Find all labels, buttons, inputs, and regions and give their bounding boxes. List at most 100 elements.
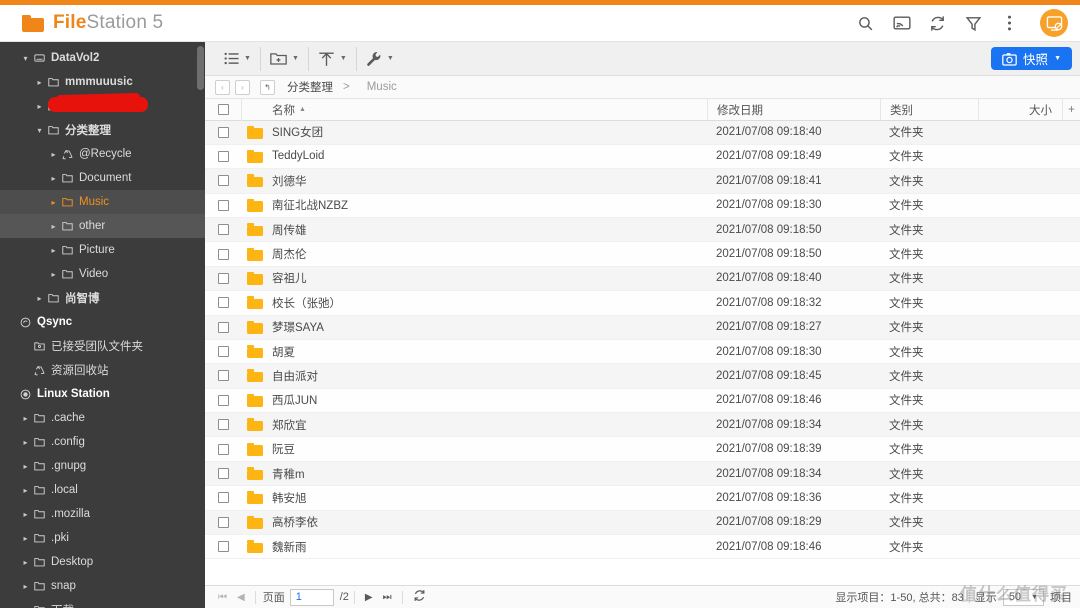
row-checkbox[interactable] (217, 370, 229, 382)
file-name-cell[interactable]: 周杰伦 (241, 246, 707, 262)
file-name-cell[interactable]: 周传雄 (241, 222, 707, 238)
sidebar-item-snap[interactable]: ▸ snap (0, 574, 205, 598)
column-header-size[interactable]: 大小 (978, 99, 1062, 121)
file-name-cell[interactable]: 高桥李依 (241, 514, 707, 530)
table-row[interactable]: 胡夏 2021/07/08 09:18:30 文件夹 (205, 339, 1080, 365)
row-checkbox[interactable] (217, 419, 229, 431)
upload-button[interactable]: ▼ (318, 51, 347, 67)
chevron-right-icon[interactable]: ▸ (48, 174, 59, 183)
row-checkbox[interactable] (217, 248, 229, 260)
column-header-name[interactable]: 名称 ▲ (241, 99, 707, 121)
page-size-select[interactable]: 50 ▼ (1002, 588, 1044, 606)
row-checkbox[interactable] (217, 126, 229, 138)
up-level-button[interactable]: ↰ (260, 79, 275, 95)
file-name-cell[interactable]: 韩安旭 (241, 490, 707, 506)
chevron-down-icon[interactable]: ▾ (20, 54, 31, 63)
sidebar-item-下载[interactable]: ▸下载 (0, 598, 205, 608)
chevron-right-icon[interactable]: ▸ (48, 198, 59, 207)
chevron-down-icon[interactable]: ▾ (34, 126, 45, 135)
table-row[interactable]: 魏新雨 2021/07/08 09:18:46 文件夹 (205, 535, 1080, 560)
sidebar-item-document[interactable]: ▸ Document (0, 166, 205, 190)
column-header-date[interactable]: 修改日期 (707, 99, 880, 121)
chevron-right-icon[interactable]: ▸ (20, 510, 31, 519)
snapshot-button[interactable]: 快照 ▼ (991, 47, 1072, 70)
chevron-right-icon[interactable]: ▸ (20, 582, 31, 591)
chevron-right-icon[interactable]: ▸ (34, 294, 45, 303)
row-checkbox[interactable] (217, 516, 229, 528)
next-page-button[interactable]: ▶ (360, 592, 378, 603)
file-name-cell[interactable]: SING女团 (241, 124, 707, 140)
file-name-cell[interactable]: 自由派对 (241, 368, 707, 384)
row-checkbox[interactable] (217, 443, 229, 455)
table-row[interactable]: SING女团 2021/07/08 09:18:40 文件夹 (205, 120, 1080, 145)
file-name-cell[interactable]: 魏新雨 (241, 539, 707, 555)
sidebar-item-redacted[interactable]: ▸ (0, 94, 205, 118)
row-select-cell[interactable] (205, 516, 241, 528)
sidebar-item-datavol2[interactable]: ▾ DataVol2 (0, 46, 205, 70)
row-select-cell[interactable] (205, 248, 241, 260)
row-select-cell[interactable] (205, 321, 241, 333)
refresh-list-button[interactable] (408, 589, 431, 605)
remote-mount-icon[interactable] (1040, 9, 1068, 37)
sidebar-item-picture[interactable]: ▸ Picture (0, 238, 205, 262)
filter-icon[interactable] (964, 14, 983, 33)
file-table-body[interactable]: other2021/07/08 09:18:39文件夹SING女团2021/07… (205, 99, 1080, 585)
row-checkbox[interactable] (217, 297, 229, 309)
sidebar-item-linuxstation[interactable]: Linux Station (0, 382, 205, 406)
row-select-cell[interactable] (205, 175, 241, 187)
table-row[interactable]: 郑欣宜 2021/07/08 09:18:34 文件夹 (205, 413, 1080, 438)
select-all-header[interactable] (205, 99, 241, 121)
file-name-cell[interactable]: 梦璟SAYA (241, 319, 707, 335)
chevron-right-icon[interactable]: ▸ (34, 78, 45, 87)
table-row[interactable]: 阮豆 2021/07/08 09:18:39 文件夹 (205, 437, 1080, 462)
sidebar-tree[interactable]: ▾ DataVol2 ▸ mmmuuusic ▸ ▾ 分类整理 ▸ @Recycle ▸ Docum… (0, 42, 205, 608)
row-select-cell[interactable] (205, 346, 241, 358)
row-checkbox[interactable] (217, 492, 229, 504)
sidebar-item-已接受团队文件夹[interactable]: 已接受团队文件夹 (0, 334, 205, 358)
tools-button[interactable]: ▼ (366, 51, 394, 67)
row-checkbox[interactable] (217, 199, 229, 211)
row-select-cell[interactable] (205, 126, 241, 138)
row-select-cell[interactable] (205, 370, 241, 382)
row-select-cell[interactable] (205, 199, 241, 211)
file-name-cell[interactable]: 青稚m (241, 466, 707, 482)
sidebar-item-.mozilla[interactable]: ▸ .mozilla (0, 502, 205, 526)
row-select-cell[interactable] (205, 394, 241, 406)
add-column-button[interactable]: + (1062, 99, 1080, 121)
table-row[interactable]: TeddyLoid 2021/07/08 09:18:49 文件夹 (205, 144, 1080, 170)
page-input[interactable] (289, 588, 334, 606)
chevron-right-icon[interactable]: ▸ (20, 438, 31, 447)
back-button[interactable]: ‹ (215, 79, 230, 95)
table-row[interactable]: 容祖儿 2021/07/08 09:18:40 文件夹 (205, 266, 1080, 292)
table-row[interactable]: 青稚m 2021/07/08 09:18:34 文件夹 (205, 461, 1080, 487)
sidebar-item-music[interactable]: ▸ Music (0, 190, 205, 214)
table-row[interactable]: 校长（张弛） 2021/07/08 09:18:32 文件夹 (205, 291, 1080, 316)
first-page-button[interactable]: ⏮ (213, 592, 232, 603)
row-checkbox[interactable] (217, 321, 229, 333)
file-name-cell[interactable]: 校长（张弛） (241, 295, 707, 311)
row-select-cell[interactable] (205, 297, 241, 309)
file-name-cell[interactable]: 胡夏 (241, 344, 707, 360)
table-row[interactable]: 韩安旭 2021/07/08 09:18:36 文件夹 (205, 486, 1080, 511)
table-row[interactable]: 南征北战NZBZ 2021/07/08 09:18:30 文件夹 (205, 193, 1080, 218)
new-folder-button[interactable]: ▼ (270, 51, 299, 66)
sidebar-item-资源回收站[interactable]: 资源回收站 (0, 358, 205, 382)
chevron-right-icon[interactable]: ▸ (20, 534, 31, 543)
file-name-cell[interactable]: 南征北战NZBZ (241, 197, 707, 213)
row-checkbox[interactable] (217, 224, 229, 236)
chevron-right-icon[interactable]: ▸ (48, 246, 59, 255)
chevron-right-icon[interactable]: ▸ (48, 222, 59, 231)
sidebar-item-mmmuuusic[interactable]: ▸ mmmuuusic (0, 70, 205, 94)
row-checkbox[interactable] (217, 150, 229, 162)
row-select-cell[interactable] (205, 419, 241, 431)
sidebar-item-.gnupg[interactable]: ▸ .gnupg (0, 454, 205, 478)
search-icon[interactable] (856, 14, 875, 33)
more-options-icon[interactable] (1000, 14, 1019, 33)
table-row[interactable]: 周杰伦 2021/07/08 09:18:50 文件夹 (205, 242, 1080, 267)
sidebar-item-.local[interactable]: ▸ .local (0, 478, 205, 502)
row-select-cell[interactable] (205, 272, 241, 284)
row-select-cell[interactable] (205, 150, 241, 162)
row-checkbox[interactable] (217, 272, 229, 284)
chevron-right-icon[interactable]: ▸ (48, 150, 59, 159)
chevron-right-icon[interactable]: ▸ (20, 414, 31, 423)
